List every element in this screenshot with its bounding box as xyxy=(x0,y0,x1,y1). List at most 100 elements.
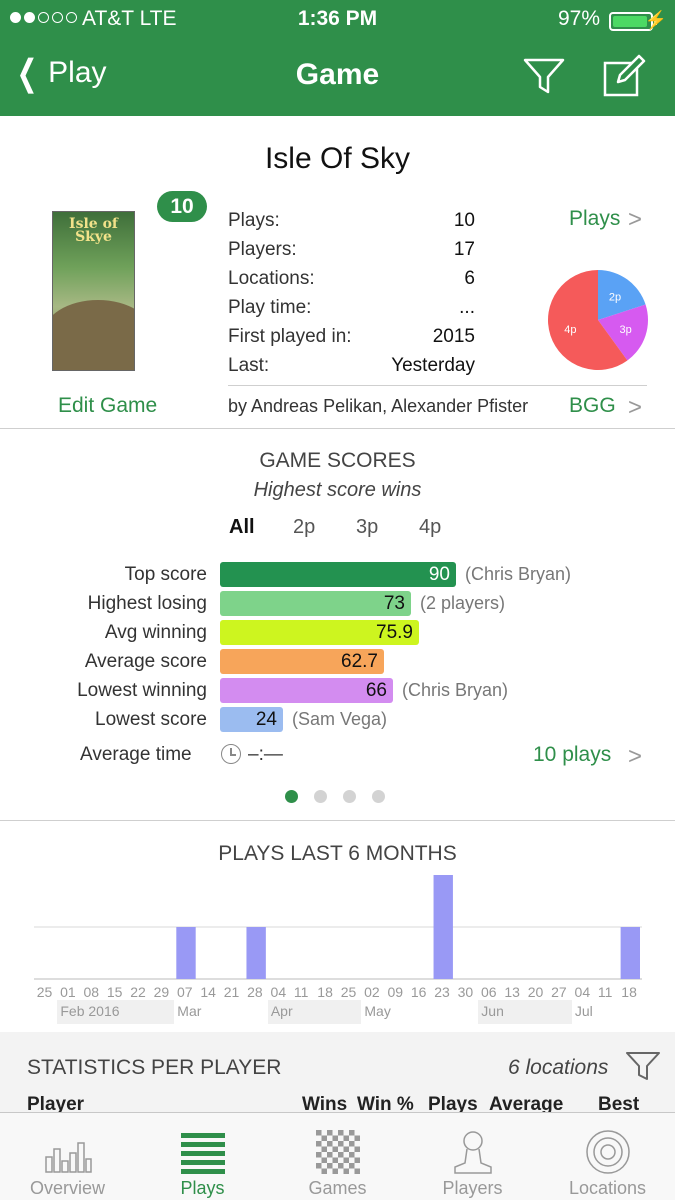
tab-overview[interactable]: Overview xyxy=(0,1113,135,1200)
stat-label: Players: xyxy=(228,239,297,260)
plays-bar xyxy=(246,927,266,979)
stat-row: Players: 17 xyxy=(228,235,478,264)
page-dot[interactable] xyxy=(372,790,385,803)
bgg-link[interactable]: BGG xyxy=(569,394,616,418)
plays-bar xyxy=(433,875,453,979)
tab-bar: Overview Plays Games Players Locations xyxy=(0,1112,675,1200)
x-tick-label: 14 xyxy=(200,984,216,1000)
page-dot[interactable] xyxy=(314,790,327,803)
tab-2p[interactable]: 2p xyxy=(293,516,315,539)
x-tick-label: 18 xyxy=(317,984,333,1000)
x-tick-label: 23 xyxy=(434,984,450,1000)
stat-value: 10 xyxy=(453,210,475,231)
x-tick-label: 22 xyxy=(130,984,146,1000)
score-row: Lowest winning 66 (Chris Bryan) xyxy=(0,678,675,704)
player-count-tabs: All 2p 3p 4p xyxy=(0,516,675,546)
month-label: Jun xyxy=(481,1003,504,1019)
x-tick-label: 08 xyxy=(83,984,100,1000)
pie-slice-label: 2p xyxy=(609,292,621,304)
status-bar: AT&T LTE 1:36 PM 97% ⚡ xyxy=(0,4,675,34)
play-count-badge: 10 xyxy=(157,191,207,222)
score-label: Average score xyxy=(84,651,207,672)
plays-link[interactable]: Plays xyxy=(569,207,620,231)
game-title: Isle Of Sky xyxy=(264,142,411,175)
x-tick-label: 01 xyxy=(60,984,76,1000)
navigation-header: AT&T LTE 1:36 PM 97% ⚡ ❮ Play Game xyxy=(0,0,675,116)
checkerboard-icon xyxy=(316,1130,360,1174)
filter-icon[interactable] xyxy=(625,1050,661,1082)
stat-row: First played in: 2015 xyxy=(228,322,478,351)
cover-title: Isle of Skye xyxy=(69,216,118,245)
locations-filter-label[interactable]: 6 locations xyxy=(508,1056,608,1080)
tab-players[interactable]: Players xyxy=(405,1113,540,1200)
score-label: Lowest winning xyxy=(77,680,207,701)
players-pie-chart: 2p 3p 4p xyxy=(548,270,648,370)
stat-value: ... xyxy=(459,297,475,318)
stat-value: 17 xyxy=(453,239,475,260)
score-row: Average score 62.7 xyxy=(0,649,675,675)
chevron-right-icon[interactable]: > xyxy=(628,743,642,771)
target-icon xyxy=(586,1130,630,1174)
x-tick-label: 18 xyxy=(621,984,637,1000)
score-label: Avg winning xyxy=(104,622,207,643)
divider xyxy=(228,385,647,386)
battery-percent: 97% xyxy=(557,7,600,30)
page-indicator[interactable] xyxy=(285,790,385,803)
stat-value: 2015 xyxy=(432,326,475,347)
x-tick-label: 11 xyxy=(293,984,309,1000)
edit-icon[interactable] xyxy=(602,54,646,98)
game-cover-image: Isle of Skye xyxy=(52,211,135,371)
stat-row: Plays: 10 xyxy=(228,206,478,235)
section-divider xyxy=(0,428,675,429)
x-tick-label: 30 xyxy=(457,984,474,1000)
page-dot[interactable] xyxy=(285,790,298,803)
tab-4p[interactable]: 4p xyxy=(419,516,441,539)
month-label: May xyxy=(364,1003,391,1019)
stat-row: Play time:... xyxy=(228,293,478,322)
score-value: 75.9 xyxy=(376,622,413,643)
stat-value: 6 xyxy=(464,268,475,289)
plays-count-link[interactable]: 10 plays xyxy=(533,743,611,767)
x-tick-label: 04 xyxy=(574,984,591,1000)
person-icon xyxy=(454,1131,492,1174)
tab-locations[interactable]: Locations xyxy=(540,1113,675,1200)
charging-icon: ⚡ xyxy=(644,10,667,30)
pie-slice-label: 4p xyxy=(564,324,576,336)
page-dot[interactable] xyxy=(343,790,356,803)
stat-value: Yesterday xyxy=(391,355,475,376)
x-tick-label: 07 xyxy=(177,984,193,1000)
player-stats-title: STATISTICS PER PLAYER xyxy=(27,1056,282,1079)
chevron-right-icon[interactable]: > xyxy=(628,206,642,234)
bar-chart-icon xyxy=(45,1142,92,1173)
tab-plays[interactable]: Plays xyxy=(135,1113,270,1200)
pie-slice-label: 3p xyxy=(619,324,631,336)
stat-label: First played in: xyxy=(228,326,352,347)
filter-icon[interactable] xyxy=(522,54,566,98)
stat-label: Plays: xyxy=(228,210,280,231)
stat-label: Locations: xyxy=(228,268,315,289)
score-value: 24 xyxy=(255,709,277,730)
plays-bar xyxy=(176,927,196,979)
score-row: Avg winning 75.9 xyxy=(0,620,675,646)
score-bar xyxy=(220,562,456,587)
edit-game-button[interactable]: Edit Game xyxy=(58,394,157,418)
stat-row: Last: Yesterday xyxy=(228,351,478,380)
score-label: Highest losing xyxy=(87,593,207,614)
tab-all[interactable]: All xyxy=(229,516,255,539)
x-tick-label: 06 xyxy=(481,984,497,1000)
average-time-label: Average time xyxy=(80,744,192,765)
month-label: Mar xyxy=(177,1003,202,1019)
tab-3p[interactable]: 3p xyxy=(356,516,378,539)
month-label: Jul xyxy=(574,1003,593,1019)
game-scores-title: GAME SCORES xyxy=(259,449,416,472)
tab-games[interactable]: Games xyxy=(270,1113,405,1200)
chevron-right-icon[interactable]: > xyxy=(628,394,642,422)
x-tick-label: 04 xyxy=(270,984,287,1000)
score-note: (Chris Bryan) xyxy=(402,680,509,700)
x-tick-label: 16 xyxy=(410,984,427,1000)
x-tick-label: 29 xyxy=(153,984,170,1000)
game-stats-list: Plays: 10 Players: 17 Locations: 6 Play tim… xyxy=(228,206,478,380)
x-tick-label: 20 xyxy=(527,984,544,1000)
score-value: 73 xyxy=(383,593,405,614)
game-scores-subtitle: Highest score wins xyxy=(253,479,422,501)
